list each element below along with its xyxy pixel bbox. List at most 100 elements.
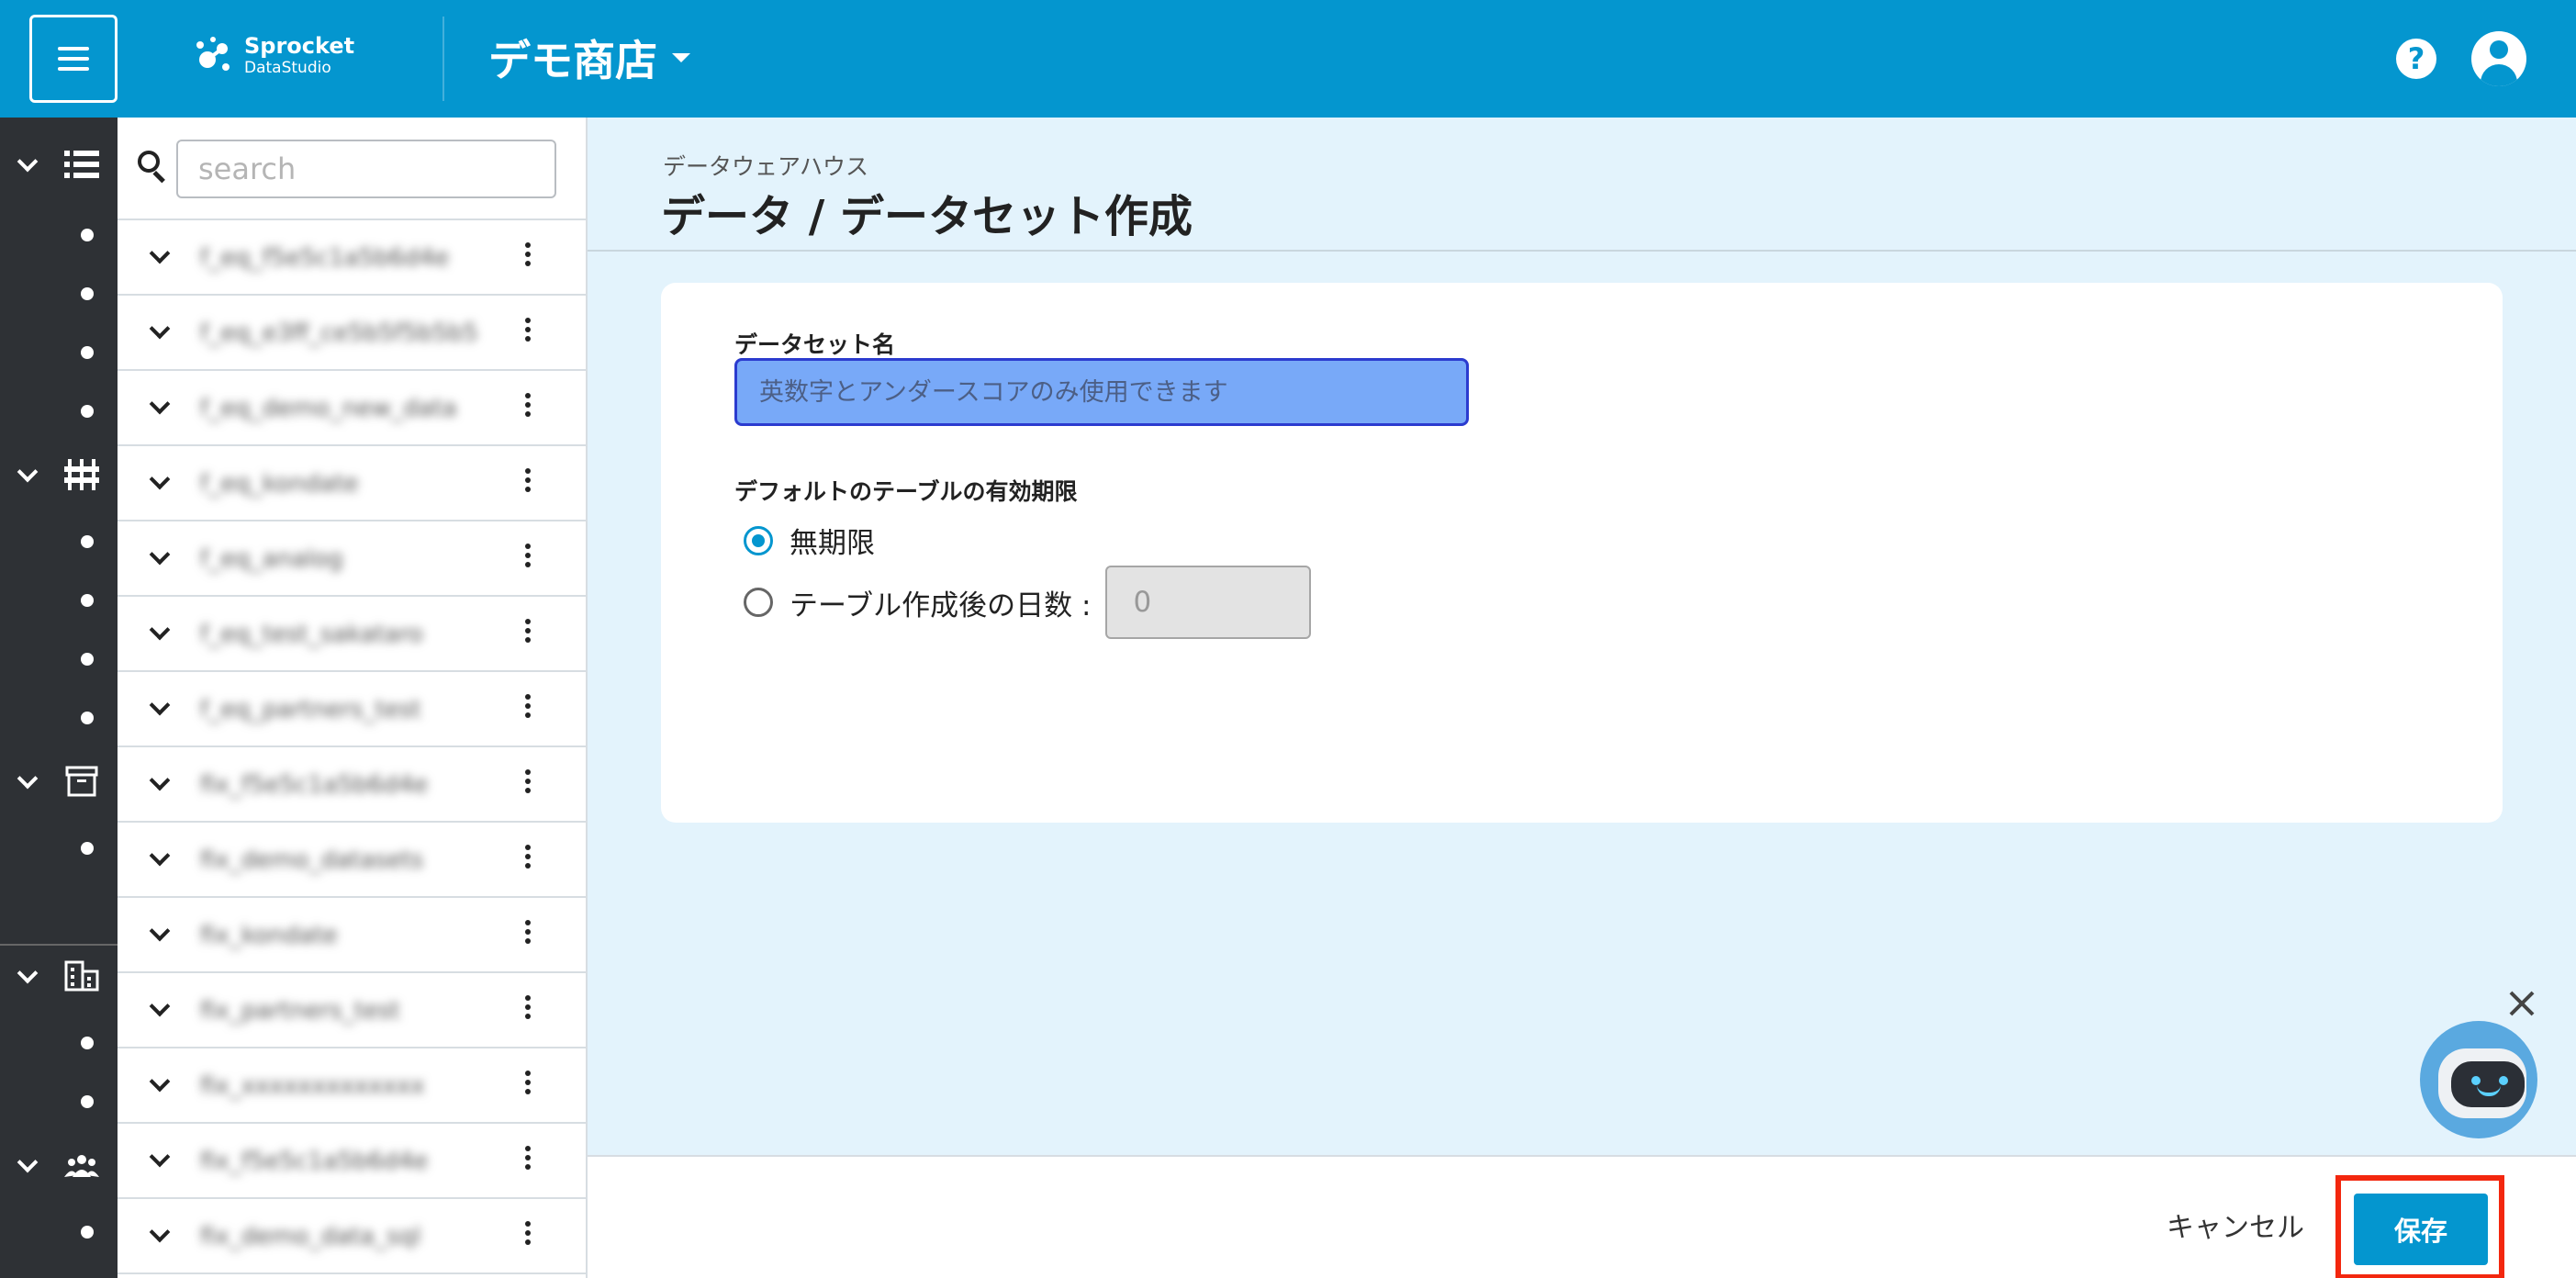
chatbot-icon[interactable] [2420,1021,2537,1138]
chevron-down-icon[interactable] [17,151,39,173]
chevron-down-icon[interactable] [149,318,171,340]
radio-days[interactable] [744,588,773,617]
rail-subitem[interactable] [81,1095,94,1108]
rail-subitem[interactable] [81,1226,94,1239]
pipeline-icon [64,459,99,490]
chevron-down-icon[interactable] [149,694,171,716]
dataset-row[interactable]: f_eq_demo_new_data [118,371,586,446]
cancel-button[interactable]: キャンセル [2167,1205,2304,1245]
more-vert-icon[interactable] [525,769,532,797]
rail-subitem[interactable] [81,653,94,666]
building-icon [64,960,99,992]
close-icon[interactable] [2508,990,2536,1017]
dataset-row[interactable]: fix_f5e5c1a5b6d4e [118,747,586,823]
dataset-name[interactable]: fix_xxxxxxxxxxxxx [200,1065,503,1107]
chevron-down-icon[interactable] [149,619,171,641]
chevron-down-icon[interactable] [149,1221,171,1243]
dataset-row[interactable]: fix_f5e5c1a5b6d4e [118,1124,586,1199]
dataset-row[interactable]: f_eq_test_sakataro [118,597,586,672]
chevron-down-icon[interactable] [149,920,171,942]
chevron-down-icon[interactable] [149,393,171,415]
more-vert-icon[interactable] [525,619,532,646]
dataset-row[interactable]: fix_demo_datasets [118,823,586,898]
dataset-name[interactable]: f_eq_demo_new_data [200,387,503,430]
chevron-down-icon[interactable] [17,461,39,483]
dataset-row[interactable]: f_eq_kondate [118,446,586,521]
logo[interactable]: Sprocket DataStudio [193,33,354,77]
help-icon[interactable]: ? [2396,39,2436,79]
dataset-name[interactable]: fix_demo_data_sql [200,1216,503,1258]
dataset-row[interactable]: fix_partners_test [118,973,586,1048]
dataset-name[interactable]: f_eq_test_sakataro [200,613,503,656]
chevron-down-icon[interactable] [149,1071,171,1093]
rail-group-users[interactable] [0,1138,118,1194]
dataset-name[interactable]: fix_f5e5c1a5b6d4e [200,1140,503,1183]
rail-subitem[interactable] [81,229,94,241]
rail-subitem[interactable] [81,535,94,548]
caret-down-icon [672,53,690,62]
chevron-down-icon[interactable] [149,544,171,566]
menu-button[interactable] [29,15,118,103]
option-unlimited[interactable]: 無期限 [744,520,875,561]
radio-unlimited[interactable] [744,525,773,555]
chevron-down-icon[interactable] [149,1146,171,1168]
more-vert-icon[interactable] [525,393,532,420]
dataset-name[interactable]: fix_partners_test [200,990,503,1032]
rail-subitem[interactable] [81,594,94,607]
more-vert-icon[interactable] [525,694,532,722]
option-days[interactable]: テーブル作成後の日数 : [744,566,1312,639]
rail-group-pipeline[interactable] [0,448,118,503]
people-icon [64,1149,99,1181]
dataset-name[interactable]: fix_demo_datasets [200,839,503,881]
dataset-row[interactable]: f_eq_partners_test [118,672,586,747]
search-input[interactable] [176,140,556,198]
dataset-name[interactable]: f_eq_kondate [200,463,503,505]
more-vert-icon[interactable] [525,468,532,496]
more-vert-icon[interactable] [525,1071,532,1098]
dataset-name[interactable]: fix_kondate [200,914,503,957]
dataset-name-input[interactable] [734,358,1469,426]
breadcrumb[interactable]: データウェアハウス [663,149,868,182]
dataset-row[interactable]: f_eq_e3ff_ce5b5f5b5b5 [118,296,586,371]
chevron-down-icon[interactable] [149,242,171,264]
dataset-name[interactable]: fix_f5e5c1a5b6d4e [200,764,503,806]
rail-subitem[interactable] [81,1037,94,1049]
dataset-row[interactable]: fix_demo_data_sql [118,1199,586,1274]
more-vert-icon[interactable] [525,920,532,947]
dataset-name[interactable]: f_eq_f5e5c1a5b6d4e [200,237,503,279]
rail-group-storage[interactable] [0,138,118,193]
rail-subitem[interactable] [81,346,94,359]
dataset-row[interactable]: fix_xxxxxxxxxxxxx [118,1048,586,1124]
more-vert-icon[interactable] [525,1146,532,1173]
more-vert-icon[interactable] [525,544,532,571]
chevron-down-icon[interactable] [17,1151,39,1173]
more-vert-icon[interactable] [525,995,532,1023]
more-vert-icon[interactable] [525,1221,532,1249]
rail-group-archive[interactable] [0,755,118,810]
more-vert-icon[interactable] [525,845,532,872]
chevron-down-icon[interactable] [149,995,171,1017]
rail-subitem[interactable] [81,712,94,724]
dataset-row[interactable]: fix_kondate [118,898,586,973]
rail-subitem[interactable] [81,405,94,418]
days-input[interactable] [1105,566,1312,639]
dataset-row[interactable]: f_eq_analog [118,521,586,597]
dataset-name[interactable]: f_eq_e3ff_ce5b5f5b5b5 [200,312,503,354]
save-button[interactable]: 保存 [2354,1194,2488,1265]
chevron-down-icon[interactable] [17,962,39,984]
dataset-row[interactable]: f_eq_f5e5c1a5b6d4e [118,220,586,296]
dataset-name[interactable]: f_eq_partners_test [200,689,503,731]
account-icon[interactable] [2471,31,2526,86]
more-vert-icon[interactable] [525,242,532,270]
dataset-name[interactable]: f_eq_analog [200,538,503,580]
rail-group-organization[interactable] [0,949,118,1004]
rail-subitem[interactable] [81,842,94,855]
chevron-down-icon[interactable] [149,468,171,490]
store-selector[interactable]: デモ商店 [488,28,690,88]
chevron-down-icon[interactable] [17,768,39,790]
more-vert-icon[interactable] [525,318,532,345]
chevron-down-icon[interactable] [149,769,171,791]
option-unlimited-label: 無期限 [790,527,875,560]
rail-subitem[interactable] [81,287,94,300]
chevron-down-icon[interactable] [149,845,171,867]
